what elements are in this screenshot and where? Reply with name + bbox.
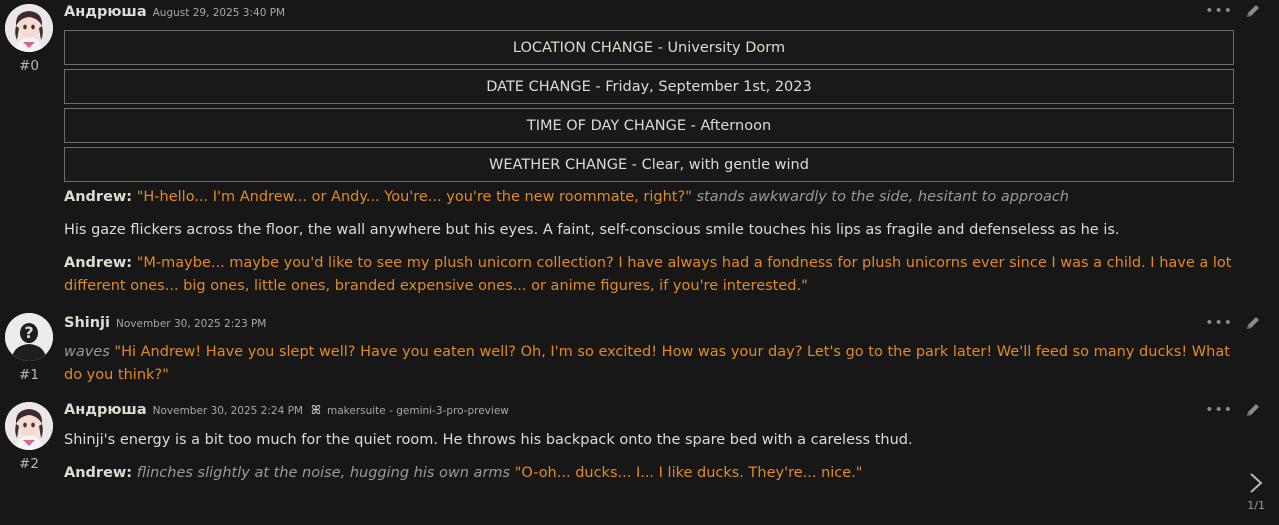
speaker-label: Andrew: [64, 189, 133, 205]
date-change-box: DATE CHANGE - Friday, September 1st, 202… [64, 69, 1234, 104]
avatar[interactable]: ? [5, 313, 53, 361]
time-change-box: TIME OF DAY CHANGE - Afternoon [64, 108, 1234, 143]
message-paragraph: Andrew: flinches slightly at the noise, … [64, 462, 1234, 485]
butterfly-icon: ꕤ [311, 403, 321, 417]
dialogue-quote: "H-hello... I'm Andrew... or Andy... You… [136, 189, 692, 205]
anime-girl-avatar-icon [5, 4, 53, 52]
more-options-icon[interactable]: ••• [1205, 4, 1233, 18]
message-header: Андрюша August 29, 2025 3:40 PM [64, 4, 285, 24]
message-paragraph: waves "Hi Andrew! Have you slept well? H… [64, 341, 1234, 387]
action-text: flinches slightly at the noise, hugging … [136, 465, 511, 481]
message-actions: ••• [1205, 402, 1261, 418]
svg-text:?: ? [24, 323, 33, 342]
author-name[interactable]: Андрюша [64, 402, 147, 418]
timestamp: November 30, 2025 2:23 PM [116, 318, 267, 330]
swipe-pager: 1/1 [1247, 472, 1265, 513]
message-id: #1 [19, 367, 39, 383]
model-info: ꕤ makersuite - gemini-3-pro-preview [311, 403, 509, 418]
edit-pencil-icon[interactable] [1245, 3, 1261, 19]
edit-pencil-icon[interactable] [1245, 402, 1261, 418]
avatar[interactable] [5, 4, 53, 52]
more-options-icon[interactable]: ••• [1205, 403, 1233, 417]
avatar[interactable] [5, 402, 53, 450]
more-options-icon[interactable]: ••• [1205, 316, 1233, 330]
edit-pencil-icon[interactable] [1245, 315, 1261, 331]
narration-text: His gaze flickers across the floor, the … [64, 222, 1120, 238]
action-text: stands awkwardly to the side, hesitant t… [696, 189, 1069, 205]
message-body: LOCATION CHANGE - University Dorm DATE C… [64, 30, 1234, 308]
author-name[interactable]: Shinji [64, 315, 110, 331]
timestamp: November 30, 2025 2:24 PM [152, 405, 303, 417]
model-name: makersuite - gemini-3-pro-preview [326, 404, 509, 417]
timestamp: August 29, 2025 3:40 PM [152, 7, 286, 19]
message-body: waves "Hi Andrew! Have you slept well? H… [64, 341, 1234, 397]
message-paragraph: Andrew: "M-maybe... maybe you'd like to … [64, 252, 1234, 298]
message-body: Shinji's energy is a bit too much for th… [64, 429, 1234, 495]
message-paragraph: His gaze flickers across the floor, the … [64, 219, 1234, 242]
narration-text: Shinji's energy is a bit too much for th… [64, 432, 913, 448]
message-id: #0 [19, 58, 39, 74]
message-header: Андрюша November 30, 2025 2:24 PM ꕤ make… [64, 402, 509, 422]
message-actions: ••• [1205, 315, 1261, 331]
speaker-label: Andrew: [64, 465, 133, 481]
message-paragraph: Andrew: "H-hello... I'm Andrew... or And… [64, 186, 1234, 209]
location-change-box: LOCATION CHANGE - University Dorm [64, 30, 1234, 65]
author-name[interactable]: Андрюша [64, 4, 147, 20]
message-header: Shinji November 30, 2025 2:23 PM [64, 315, 266, 335]
dialogue-quote: "Hi Andrew! Have you slept well? Have yo… [64, 344, 1230, 383]
anime-girl-avatar-icon [5, 402, 53, 450]
speaker-label: Andrew: [64, 255, 133, 271]
chevron-right-icon[interactable] [1249, 472, 1263, 494]
action-text: waves [64, 344, 110, 360]
swipe-counter: 1/1 [1247, 499, 1265, 512]
message-id: #2 [19, 456, 39, 472]
dialogue-quote: "O-oh... ducks... I... I like ducks. The… [514, 465, 863, 481]
message-paragraph: Shinji's energy is a bit too much for th… [64, 429, 1234, 452]
message-actions: ••• [1205, 3, 1261, 19]
mystery-silhouette-avatar-icon: ? [5, 313, 53, 361]
weather-change-box: WEATHER CHANGE - Clear, with gentle wind [64, 147, 1234, 182]
dialogue-quote: "M-maybe... maybe you'd like to see my p… [64, 255, 1232, 294]
